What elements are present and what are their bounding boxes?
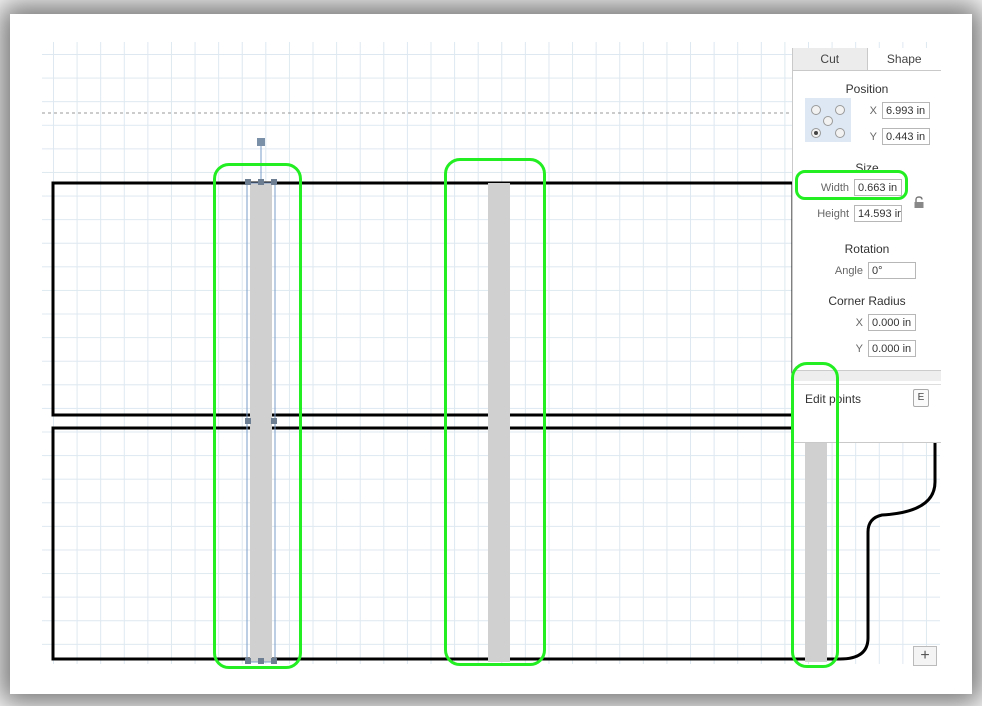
edit-points-shortcut: E <box>913 389 929 407</box>
anchor-center[interactable] <box>823 116 833 126</box>
corner-x-field[interactable]: 0.000 in <box>868 314 916 331</box>
corner-y-field[interactable]: 0.000 in <box>868 340 916 357</box>
anchor-bottom-right[interactable] <box>835 128 845 138</box>
tab-shape[interactable]: Shape <box>867 48 941 70</box>
angle-field[interactable]: 0° <box>868 262 916 279</box>
corner-y-label: Y <box>855 343 863 355</box>
corner-x-label: X <box>855 317 863 329</box>
highlight-slot-2 <box>444 158 546 666</box>
anchor-bottom-left[interactable] <box>811 128 821 138</box>
height-field[interactable]: 14.593 in <box>854 205 902 222</box>
position-title: Position <box>845 82 889 96</box>
panel-tabs: Cut Shape <box>793 48 941 71</box>
highlight-slot-1 <box>213 163 302 669</box>
height-label: Height <box>817 208 849 220</box>
highlight-slot-3 <box>791 362 839 668</box>
position-y-field[interactable]: 0.443 in <box>882 128 930 145</box>
rotation-title: Rotation <box>844 242 890 256</box>
anchor-top-right[interactable] <box>835 105 845 115</box>
upper-board-outline <box>51 181 795 417</box>
position-y-label: Y <box>869 131 877 143</box>
corner-radius-title: Corner Radius <box>828 294 906 308</box>
position-x-label: X <box>869 105 877 117</box>
tab-cut[interactable]: Cut <box>793 48 868 70</box>
anchor-point-selector[interactable] <box>805 98 851 142</box>
highlight-width-field <box>795 170 908 200</box>
rotation-handle <box>257 138 265 146</box>
anchor-top-left[interactable] <box>811 105 821 115</box>
lock-icon[interactable] <box>913 196 927 209</box>
angle-label: Angle <box>834 265 863 277</box>
zoom-in-icon[interactable]: + <box>913 646 937 666</box>
position-x-field[interactable]: 6.993 in <box>882 102 930 119</box>
